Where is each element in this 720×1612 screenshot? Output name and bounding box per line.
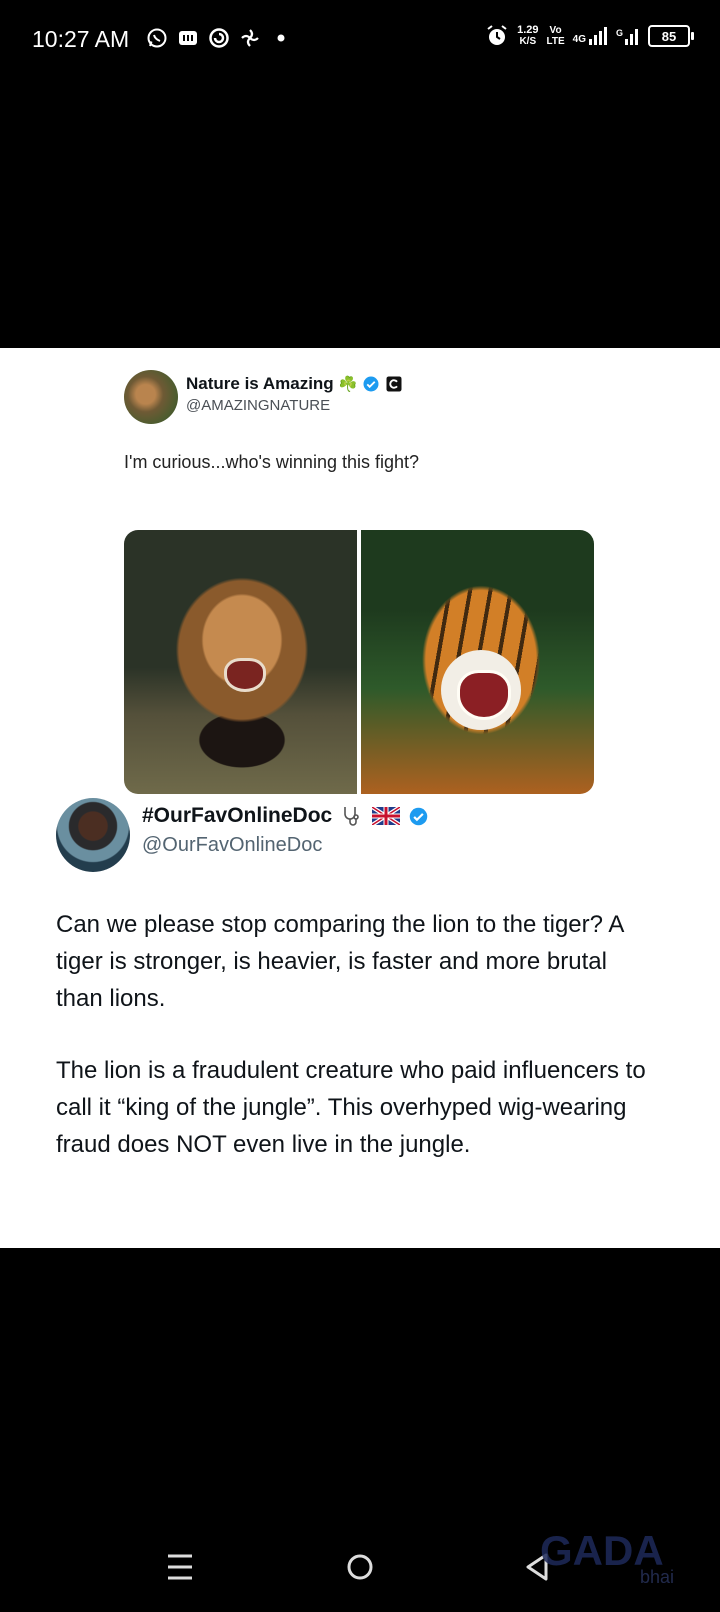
settings-icon <box>241 29 259 47</box>
whatsapp-icon <box>147 28 167 48</box>
author-name[interactable]: Nature is Amazing <box>186 374 334 394</box>
uk-flag-icon <box>372 807 401 825</box>
quoted-tweet-media[interactable] <box>124 530 594 794</box>
avatar[interactable] <box>56 798 130 872</box>
avatar[interactable] <box>124 370 178 424</box>
volte-indicator: Vo LTE <box>546 25 565 47</box>
network-type: 4G <box>573 27 608 45</box>
app-icon <box>179 31 197 45</box>
shamrock-icon: ☘️ <box>338 376 358 393</box>
verified-badge-icon <box>409 807 428 825</box>
watermark-logo: GADA bhai <box>540 1527 674 1587</box>
main-tweet[interactable]: #OurFavOnlineDoc @OurFavOnlineDoc Can we… <box>56 798 676 1198</box>
stethoscope-icon <box>344 807 360 826</box>
affiliate-badge-icon <box>386 376 402 392</box>
tiger-mouth <box>457 670 511 720</box>
svg-text:G: G <box>616 28 623 38</box>
main-tweet-text: Can we please stop comparing the lion to… <box>56 906 656 1163</box>
net-speed: 1.29 K/S <box>517 24 539 48</box>
svg-text:bhai: bhai <box>640 1567 674 1587</box>
quoted-tweet-text: I'm curious...who's winning this fight? <box>124 452 420 472</box>
main-author-row: #OurFavOnlineDoc <box>142 804 429 828</box>
signal-icon: G <box>616 28 638 45</box>
dot-icon <box>277 34 285 42</box>
quoted-tweet[interactable]: Nature is Amazing ☘️ @AMAZINGNATURE I'm … <box>124 370 594 794</box>
alarm-icon <box>487 25 507 45</box>
status-time: 10:27 AM <box>32 26 130 52</box>
battery-indicator: 85 <box>648 25 694 47</box>
verified-badge-icon <box>363 376 379 392</box>
tweet-screenshot: Nature is Amazing ☘️ @AMAZINGNATURE I'm … <box>0 348 720 1248</box>
status-right: 1.29 K/S Vo LTE 4G G 85 <box>485 24 694 48</box>
quoted-tweet-header: Nature is Amazing ☘️ @AMAZINGNATURE <box>124 370 594 424</box>
tweet-paragraph: The lion is a fraudulent creature who pa… <box>56 1057 646 1158</box>
status-bar: 10:27 AM 1.29 K/S Vo LTE 4G G 85 <box>0 0 720 80</box>
author-handle[interactable]: @AMAZINGNATURE <box>186 397 403 414</box>
quoted-author-row: Nature is Amazing ☘️ <box>186 374 403 394</box>
notification-icons <box>146 27 292 49</box>
author-name[interactable]: #OurFavOnlineDoc <box>142 804 332 828</box>
app-icon <box>209 28 229 48</box>
tiger-photo[interactable] <box>361 530 594 794</box>
lion-mouth <box>224 658 266 692</box>
tweet-paragraph: Can we please stop comparing the lion to… <box>56 911 624 1012</box>
home-icon[interactable] <box>344 1550 376 1584</box>
menu-icon[interactable] <box>164 1550 196 1584</box>
main-tweet-header: #OurFavOnlineDoc @OurFavOnlineDoc <box>56 798 676 872</box>
author-handle[interactable]: @OurFavOnlineDoc <box>142 834 429 857</box>
quoted-author-block: Nature is Amazing ☘️ @AMAZINGNATURE <box>186 370 403 414</box>
signal-icon <box>589 27 607 45</box>
main-author-block: #OurFavOnlineDoc @OurFavOnlineDoc <box>142 804 429 857</box>
lion-photo[interactable] <box>124 530 357 794</box>
